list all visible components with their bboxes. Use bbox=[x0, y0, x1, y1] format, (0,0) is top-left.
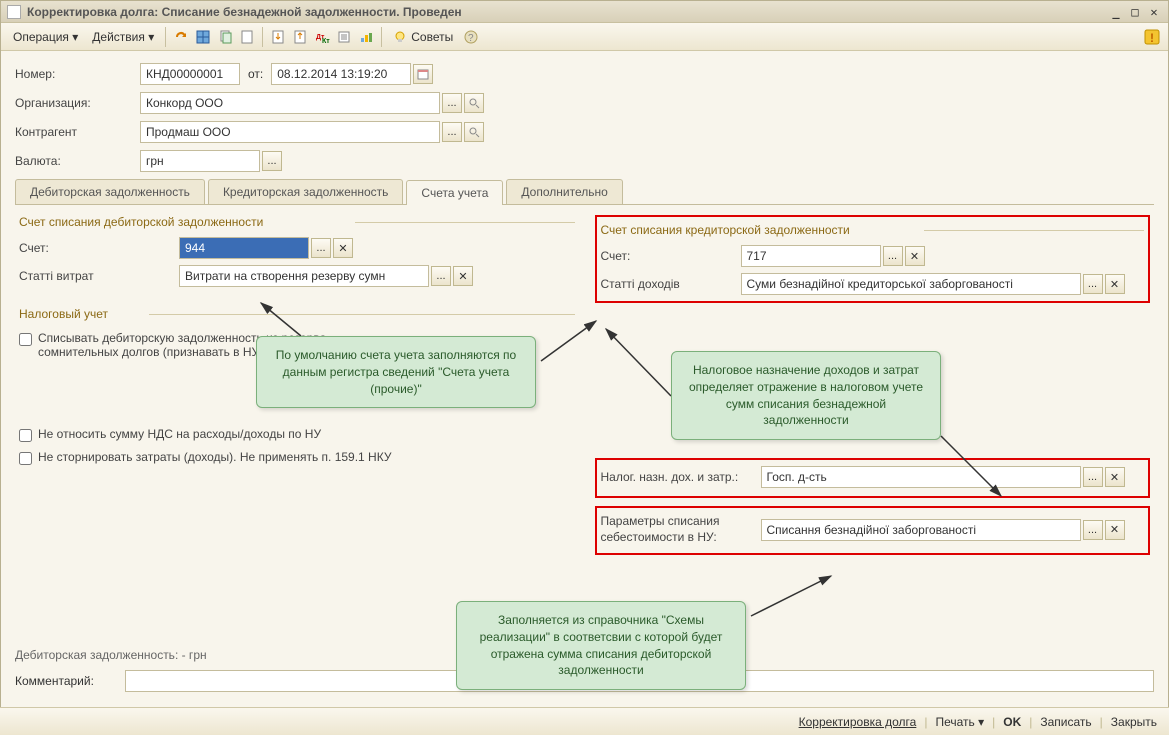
currency-label: Валюта: bbox=[15, 154, 140, 168]
cb-storno-input[interactable] bbox=[19, 452, 32, 465]
callout-default-accounts: По умолчанию счета учета заполняются по … bbox=[256, 336, 536, 408]
tab-accounts[interactable]: Счета учета bbox=[406, 180, 503, 205]
cb-storno[interactable]: Не сторнировать затраты (доходы). Не при… bbox=[19, 450, 575, 465]
number-input[interactable]: КНД00000001 bbox=[140, 63, 240, 85]
tab-extra[interactable]: Дополнительно bbox=[506, 179, 622, 204]
debit-account-select[interactable]: ... bbox=[311, 238, 331, 258]
credit-account-select[interactable]: ... bbox=[883, 246, 903, 266]
credit-section-title: Счет списания кредиторской задолженности bbox=[601, 223, 1145, 237]
warning-icon[interactable]: ! bbox=[1142, 27, 1162, 47]
export-icon[interactable] bbox=[290, 27, 310, 47]
currency-input[interactable]: грн bbox=[140, 150, 260, 172]
calendar-icon bbox=[417, 68, 429, 80]
calendar-button[interactable] bbox=[413, 64, 433, 84]
toolbar: Операция ▾ Действия ▾ ДтКт Советы ? ! bbox=[1, 23, 1168, 51]
debit-sum-label: Дебиторская задолженность: - грн bbox=[15, 648, 207, 662]
comment-label: Комментарий: bbox=[15, 674, 125, 688]
debit-account-clear[interactable]: ✕ bbox=[333, 238, 353, 258]
org-select-button[interactable]: ... bbox=[442, 93, 462, 113]
window-icon bbox=[7, 5, 21, 19]
param-label: Параметры списания себестоимости в НУ: bbox=[601, 514, 761, 545]
nazn-select[interactable]: ... bbox=[1083, 467, 1103, 487]
doc-icon[interactable] bbox=[237, 27, 257, 47]
counterparty-search-button[interactable] bbox=[464, 122, 484, 142]
minimize-button[interactable]: _ bbox=[1108, 5, 1124, 19]
import-icon[interactable] bbox=[268, 27, 288, 47]
callout-scheme: Заполняется из справочника "Схемы реализ… bbox=[456, 601, 746, 690]
debit-account-input[interactable]: 944 bbox=[179, 237, 309, 259]
window-title: Корректировка долга: Списание безнадежно… bbox=[27, 5, 1105, 19]
param-input[interactable]: Списання безнадійної заборгованості bbox=[761, 519, 1081, 541]
org-input[interactable]: Конкорд ООО bbox=[140, 92, 440, 114]
credit-account-label: Счет: bbox=[601, 249, 741, 263]
operation-menu[interactable]: Операция ▾ bbox=[7, 28, 84, 46]
print-button[interactable]: Печать ▾ bbox=[935, 715, 984, 729]
debit-section-title: Счет списания дебиторской задолженности bbox=[19, 215, 575, 229]
close-button[interactable]: ✕ bbox=[1146, 5, 1162, 19]
actions-menu[interactable]: Действия ▾ bbox=[86, 28, 160, 46]
cb-reserve-input[interactable] bbox=[19, 333, 32, 346]
nazn-label: Налог. назн. дох. и затр.: bbox=[601, 470, 761, 484]
cb-nds-label: Не относить сумму НДС на расходы/доходы … bbox=[38, 427, 321, 441]
credit-account-clear[interactable]: ✕ bbox=[905, 246, 925, 266]
nazn-input[interactable]: Госп. д-сть bbox=[761, 466, 1081, 488]
copy-icon[interactable] bbox=[215, 27, 235, 47]
tax-section-title: Налоговый учет bbox=[19, 307, 575, 321]
debit-account-label: Счет: bbox=[19, 241, 179, 255]
cb-nds[interactable]: Не относить сумму НДС на расходы/доходы … bbox=[19, 427, 575, 442]
credit-income-input[interactable]: Суми безнадійної кредиторської заборгова… bbox=[741, 273, 1081, 295]
credit-income-label: Статті доходів bbox=[601, 277, 741, 291]
debit-expense-input[interactable]: Витрати на створення резерву сумн bbox=[179, 265, 429, 287]
cb-storno-label: Не сторнировать затраты (доходы). Не при… bbox=[38, 450, 391, 464]
grid-icon[interactable] bbox=[193, 27, 213, 47]
debit-expense-clear[interactable]: ✕ bbox=[453, 266, 473, 286]
date-input[interactable]: 08.12.2014 13:19:20 bbox=[271, 63, 411, 85]
chart-icon[interactable] bbox=[356, 27, 376, 47]
refresh-icon[interactable] bbox=[171, 27, 191, 47]
ok-button[interactable]: OK bbox=[1003, 715, 1021, 729]
credit-account-input[interactable]: 717 bbox=[741, 245, 881, 267]
param-select[interactable]: ... bbox=[1083, 520, 1103, 540]
debit-expense-select[interactable]: ... bbox=[431, 266, 451, 286]
search-icon bbox=[468, 126, 480, 138]
debit-expense-label: Статті витрат bbox=[19, 269, 179, 283]
bulb-icon bbox=[393, 30, 407, 44]
counterparty-label: Контрагент bbox=[15, 125, 140, 139]
help-icon[interactable]: ? bbox=[461, 27, 481, 47]
movement-icon[interactable]: ДтКт bbox=[312, 27, 332, 47]
cb-nds-input[interactable] bbox=[19, 429, 32, 442]
nazn-clear[interactable]: ✕ bbox=[1105, 467, 1125, 487]
save-button[interactable]: Записать bbox=[1040, 715, 1091, 729]
svg-text:?: ? bbox=[468, 33, 474, 44]
callout-tax-purpose: Налоговое назначение доходов и затрат оп… bbox=[671, 351, 941, 440]
maximize-button[interactable]: □ bbox=[1127, 5, 1143, 19]
tab-credit[interactable]: Кредиторская задолженность bbox=[208, 179, 403, 204]
tabs-bar: Дебиторская задолженность Кредиторская з… bbox=[15, 179, 1154, 205]
search-icon bbox=[468, 97, 480, 109]
counterparty-select-button[interactable]: ... bbox=[442, 122, 462, 142]
credit-income-select[interactable]: ... bbox=[1083, 274, 1103, 294]
footer-link[interactable]: Корректировка долга bbox=[799, 715, 917, 729]
number-label: Номер: bbox=[15, 67, 140, 81]
tab-debit[interactable]: Дебиторская задолженность bbox=[15, 179, 205, 204]
org-label: Организация: bbox=[15, 96, 140, 110]
advice-button[interactable]: Советы bbox=[387, 28, 459, 46]
currency-select-button[interactable]: ... bbox=[262, 151, 282, 171]
close-doc-button[interactable]: Закрыть bbox=[1111, 715, 1157, 729]
org-search-button[interactable] bbox=[464, 93, 484, 113]
from-label: от: bbox=[248, 67, 263, 81]
counterparty-input[interactable]: Продмаш ООО bbox=[140, 121, 440, 143]
credit-income-clear[interactable]: ✕ bbox=[1105, 274, 1125, 294]
list-icon[interactable] bbox=[334, 27, 354, 47]
param-clear[interactable]: ✕ bbox=[1105, 520, 1125, 540]
titlebar: Корректировка долга: Списание безнадежно… bbox=[1, 1, 1168, 23]
svg-text:!: ! bbox=[1150, 31, 1154, 45]
svg-text:Кт: Кт bbox=[322, 38, 330, 45]
